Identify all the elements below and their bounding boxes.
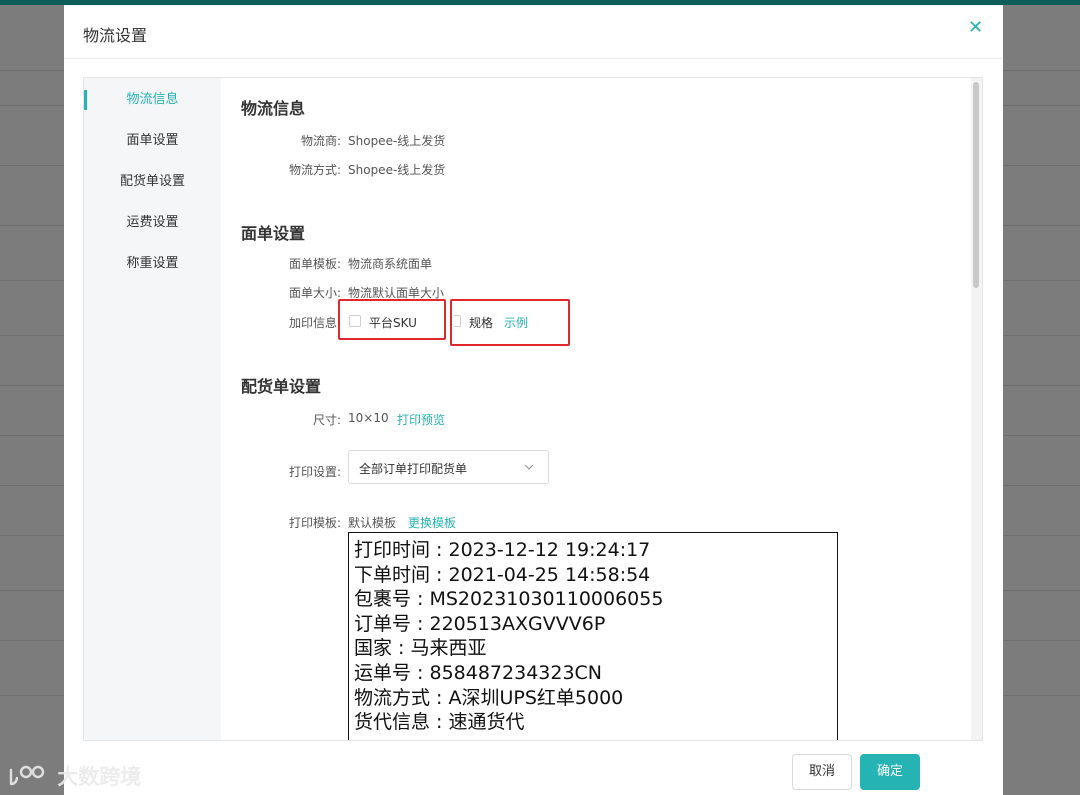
preview-line-forwarder: 货代信息 : 速通货代 (354, 711, 525, 734)
packing-size-value: 10×10 (348, 411, 389, 425)
settings-sidebar: 物流信息 面单设置 配货单设置 运费设置 称重设置 (84, 78, 221, 740)
spec-checkbox[interactable] (453, 315, 461, 327)
print-template-value: 默认模板 (348, 516, 397, 530)
preview-line-order-time: 下单时间 : 2021-04-25 14:58:54 (354, 563, 651, 586)
section-title-packing-settings: 配货单设置 (241, 377, 322, 396)
label-template-value: 物流商系统面单 (348, 257, 433, 271)
nav-item-logistics-info[interactable]: 物流信息 (84, 88, 221, 112)
settings-panel: 物流信息 面单设置 配货单设置 运费设置 称重设置 物流信息 物流商: Shop… (83, 77, 983, 741)
logistics-settings-dialog: 物流设置 ✕ 物流信息 面单设置 配货单设置 运费设置 称重设置 物流信息 物流… (64, 5, 1003, 795)
extra-print-label: 加印信息: (288, 316, 341, 330)
confirm-button[interactable]: 确定 (860, 754, 920, 790)
preview-line-tracking-no: 运单号 : 858487234323CN (354, 661, 603, 684)
platform-sku-checkbox[interactable] (349, 315, 361, 327)
print-setting-value: 全部订单打印配货单 (359, 462, 468, 476)
nav-item-weighing-settings[interactable]: 称重设置 (84, 252, 221, 276)
spec-label[interactable]: 规格 (469, 314, 493, 331)
preview-line-order-no: 订单号 : 220513AXGVVV6P (354, 612, 606, 635)
cancel-button[interactable]: 取消 (792, 754, 852, 790)
preview-line-package-no: 包裹号 : MS20231030110006055 (354, 588, 664, 611)
nav-item-packing-settings[interactable]: 配货单设置 (84, 170, 221, 194)
nav-item-label-settings[interactable]: 面单设置 (84, 129, 221, 153)
label-size-label: 面单大小: (288, 286, 341, 300)
shipping-method-value: Shopee-线上发货 (348, 163, 446, 177)
chevron-down-icon (524, 464, 534, 470)
close-icon[interactable]: ✕ (968, 19, 983, 37)
preview-line-print-time: 打印时间 : 2023-12-12 19:24:17 (354, 539, 651, 561)
print-setting-select[interactable]: 全部订单打印配货单 (348, 450, 549, 484)
watermark: 大数跨境 (8, 761, 141, 789)
platform-sku-label[interactable]: 平台SKU (369, 314, 417, 331)
packing-size-label: 尺寸: (312, 413, 341, 427)
scrollbar-thumb[interactable] (973, 82, 979, 288)
dialog-title: 物流设置 (83, 26, 148, 45)
nav-item-shipping-fee-settings[interactable]: 运费设置 (84, 211, 221, 235)
preview-line-shipping-method: 物流方式 : A深圳UPS红单5000 (354, 686, 624, 709)
change-template-link[interactable]: 更换模板 (408, 514, 456, 531)
label-template-label: 面单模板: (288, 257, 341, 271)
carrier-value: Shopee-线上发货 (348, 134, 446, 148)
example-link[interactable]: 示例 (504, 314, 528, 331)
print-preview-link[interactable]: 打印预览 (397, 411, 445, 428)
shipping-method-label: 物流方式: (288, 163, 341, 177)
dialog-header: 物流设置 ✕ (64, 5, 1003, 59)
watermark-text: 大数跨境 (57, 765, 142, 789)
section-title-logistics-info: 物流信息 (241, 99, 306, 118)
carrier-label: 物流商: (300, 134, 341, 148)
settings-content: 物流信息 物流商: Shopee-线上发货 物流方式: Shopee-线上发货 … (221, 78, 971, 740)
packing-slip-preview: 打印时间 : 2023-12-12 19:24:17 下单时间 : 2021-0… (348, 532, 838, 740)
preview-line-country: 国家 : 马来西亚 (354, 637, 487, 660)
print-template-label: 打印模板: (288, 516, 341, 530)
section-title-label-settings: 面单设置 (241, 224, 306, 243)
print-setting-label: 打印设置: (288, 465, 341, 479)
watermark-logo-icon (9, 765, 45, 786)
